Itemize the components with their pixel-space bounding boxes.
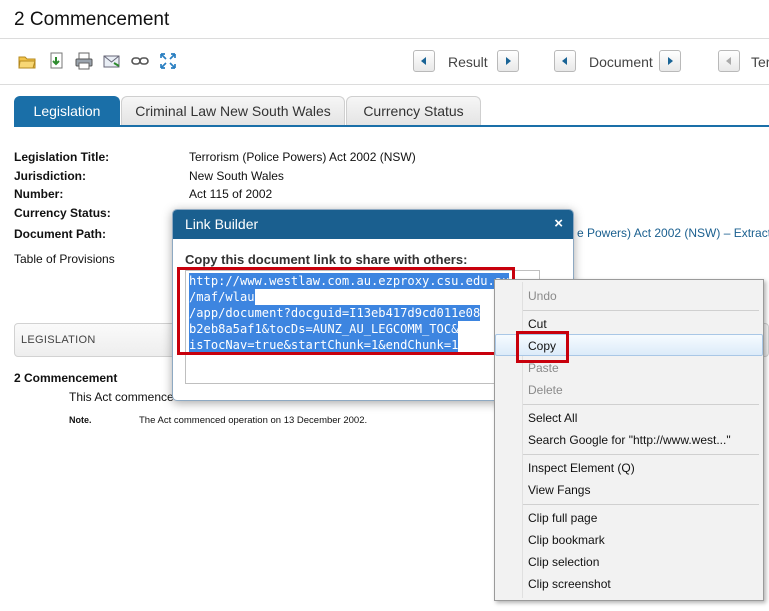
menu-item-delete[interactable]: Delete [495, 379, 763, 401]
email-icon[interactable] [103, 52, 121, 70]
copy-highlight-box [516, 331, 569, 363]
meta-jurisdiction-value: New South Wales [189, 169, 284, 183]
document-prev-button[interactable] [554, 50, 576, 72]
menu-item-label: View Fangs [528, 483, 591, 497]
result-next-button[interactable] [497, 50, 519, 72]
tab-legislation[interactable]: Legislation [14, 96, 120, 125]
print-icon[interactable] [75, 52, 93, 70]
menu-item-label: Clip full page [528, 511, 598, 525]
tab-currency-status[interactable]: Currency Status [346, 96, 481, 125]
toolbar-divider [0, 84, 769, 85]
meta-title-value: Terrorism (Police Powers) Act 2002 (NSW) [189, 150, 416, 164]
section-text: This Act commence [69, 390, 174, 404]
menu-item-clip-selection[interactable]: Clip selection [495, 551, 763, 573]
menu-item-search-google[interactable]: Search Google for "http://www.west..." [495, 429, 763, 451]
menu-item-undo[interactable]: Undo [495, 285, 763, 307]
document-next-button[interactable] [659, 50, 681, 72]
meta-number-value: Act 115 of 2002 [189, 187, 273, 201]
menu-item-label: Clip bookmark [528, 533, 605, 547]
menu-item-label: Search Google for "http://www.west..." [528, 433, 731, 447]
menu-item-clip-bookmark[interactable]: Clip bookmark [495, 529, 763, 551]
result-label: Result [448, 54, 488, 70]
menu-separator [523, 310, 759, 311]
menu-item-label: Clip selection [528, 555, 600, 569]
context-menu: Undo Cut Copy Paste Delete Select All Se… [494, 279, 764, 601]
meta-currency-key: Currency Status: [14, 206, 111, 220]
menu-item-label: Delete [528, 383, 563, 397]
download-icon[interactable] [48, 52, 66, 70]
menu-separator [523, 504, 759, 505]
expand-icon[interactable] [159, 52, 177, 70]
meta-title-key: Legislation Title: [14, 150, 110, 164]
menu-item-select-all[interactable]: Select All [495, 407, 763, 429]
title-divider [0, 38, 769, 39]
close-icon[interactable]: × [554, 215, 563, 232]
note-label: Note. [69, 415, 92, 425]
term-label: Ter [751, 54, 769, 70]
meta-number-key: Number: [14, 187, 64, 201]
link-icon[interactable] [131, 52, 149, 70]
menu-item-label: Inspect Element (Q) [528, 461, 635, 475]
menu-item-clip-screenshot[interactable]: Clip screenshot [495, 573, 763, 595]
page-title: 2 Commencement [14, 9, 170, 30]
menu-item-view-fangs[interactable]: View Fangs [495, 479, 763, 501]
menu-item-label: Clip screenshot [528, 577, 611, 591]
document-label: Document [589, 54, 653, 70]
menu-item-label: Select All [528, 411, 578, 425]
section-bar-label: LEGISLATION [21, 334, 96, 346]
tab-strip-line [14, 125, 769, 127]
meta-jurisdiction-key: Jurisdiction: [14, 169, 87, 183]
menu-separator [523, 404, 759, 405]
section-heading: 2 Commencement [14, 371, 118, 385]
menu-item-label: Undo [528, 289, 557, 303]
note-text: The Act commenced operation on 13 Decemb… [139, 415, 368, 426]
table-of-provisions-link[interactable]: Table of Provisions [14, 252, 115, 266]
menu-separator [523, 454, 759, 455]
document-path-link[interactable]: e Powers) Act 2002 (NSW) – Extracts [577, 226, 769, 240]
dialog-header: Link Builder × [173, 210, 573, 239]
dialog-title: Link Builder [185, 216, 259, 232]
meta-path-key: Document Path: [14, 227, 107, 241]
dialog-prompt: Copy this document link to share with ot… [185, 252, 468, 267]
menu-item-clip-full-page[interactable]: Clip full page [495, 507, 763, 529]
result-prev-button[interactable] [413, 50, 435, 72]
tab-criminal-law-nsw[interactable]: Criminal Law New South Wales [121, 96, 345, 125]
menu-item-inspect-element[interactable]: Inspect Element (Q) [495, 457, 763, 479]
term-prev-button[interactable] [718, 50, 740, 72]
link-highlight-box [177, 267, 515, 355]
open-folder-icon[interactable] [18, 52, 36, 70]
